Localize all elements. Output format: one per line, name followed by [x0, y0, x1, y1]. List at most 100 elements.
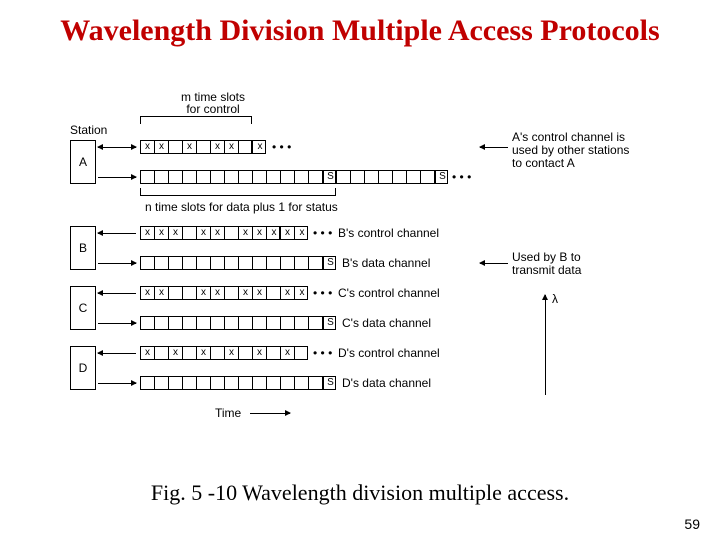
data-slot	[281, 171, 295, 183]
arrow-B-data	[98, 263, 136, 264]
data-slot	[351, 171, 365, 183]
ctrl-slot: x	[141, 287, 155, 299]
data-slot	[197, 317, 211, 329]
data-slot	[239, 171, 253, 183]
data-slot	[197, 377, 211, 389]
data-slot	[239, 377, 253, 389]
brace-n-slots	[140, 188, 336, 196]
ctrl-slot: x	[169, 227, 183, 239]
station-box-C: C	[70, 286, 96, 330]
data-slot	[183, 377, 197, 389]
data-slot	[155, 257, 169, 269]
ctrl-slot: x	[169, 347, 183, 359]
status-slot: S	[323, 257, 337, 269]
mid-label: n time slots for data plus 1 for status	[145, 200, 338, 214]
ctrl-slot: x	[155, 141, 169, 153]
ctrl-slot	[183, 227, 197, 239]
ctrl-slot: x	[225, 141, 239, 153]
ctrl-slot: x	[267, 227, 281, 239]
ctrl-slot	[169, 287, 183, 299]
data-slot	[197, 257, 211, 269]
ctrl-slot: x	[211, 227, 225, 239]
data-slot	[225, 377, 239, 389]
arrow-A-ctrl	[98, 147, 136, 148]
data-slot	[211, 171, 225, 183]
data-slot	[309, 377, 323, 389]
station-header: Station	[70, 123, 107, 137]
data-slot	[281, 317, 295, 329]
arrow-note-B	[480, 263, 508, 264]
channel-D-control: x x x x x x	[140, 346, 308, 360]
ctrl-slot: x	[197, 287, 211, 299]
ctrl-slot	[225, 287, 239, 299]
channel-A-data-1: S	[140, 170, 336, 184]
brace-m-slots	[140, 116, 252, 124]
data-slot	[309, 257, 323, 269]
ctrl-slot: x	[141, 227, 155, 239]
data-slot	[253, 171, 267, 183]
data-slot	[393, 171, 407, 183]
data-slot	[183, 171, 197, 183]
slide: Wavelength Division Multiple Access Prot…	[0, 0, 720, 540]
arrow-C-data	[98, 323, 136, 324]
data-slot	[267, 257, 281, 269]
figure-caption: Fig. 5 -10 Wavelength division multiple …	[0, 480, 720, 506]
data-slot	[183, 257, 197, 269]
label-Bdata: B's data channel	[342, 256, 430, 270]
ctrl-slot: x	[253, 287, 267, 299]
ctrl-slot	[267, 347, 281, 359]
data-slot	[225, 171, 239, 183]
ellipsis-Dctrl: • • •	[313, 346, 332, 360]
arrow-C-ctrl	[98, 293, 136, 294]
ellipsis-A-ctrl: • • •	[272, 140, 291, 154]
ctrl-slot	[211, 347, 225, 359]
arrow-B-ctrl	[98, 233, 136, 234]
data-slot	[197, 171, 211, 183]
ctrl-slot: x	[211, 141, 225, 153]
data-slot	[141, 317, 155, 329]
ctrl-slot: x	[295, 227, 309, 239]
status-slot: S	[323, 317, 337, 329]
data-slot	[141, 171, 155, 183]
data-slot	[309, 171, 323, 183]
ctrl-slot: x	[239, 227, 253, 239]
label-Dctrl: D's control channel	[338, 346, 440, 360]
station-label: D	[79, 361, 88, 375]
data-slot	[225, 257, 239, 269]
data-slot	[281, 257, 295, 269]
ctrl-slot: x	[141, 347, 155, 359]
data-slot	[253, 317, 267, 329]
data-slot	[379, 171, 393, 183]
data-slot	[141, 377, 155, 389]
arrow-note-A	[480, 147, 508, 148]
channel-C-data: S	[140, 316, 336, 330]
status-slot: S	[323, 377, 337, 389]
data-slot	[253, 377, 267, 389]
ctrl-slot: x	[225, 347, 239, 359]
channel-C-control: x x x x x x x x	[140, 286, 308, 300]
ctrl-slot	[169, 141, 183, 153]
ellipsis-Bctrl: • • •	[313, 226, 332, 240]
ctrl-slot: x	[155, 287, 169, 299]
data-slot	[281, 377, 295, 389]
station-box-B: B	[70, 226, 96, 270]
ctrl-slot: x	[281, 347, 295, 359]
time-label: Time	[215, 406, 241, 420]
lambda-label: λ	[552, 292, 558, 306]
data-slot	[365, 171, 379, 183]
channel-A-data-2-partial: S	[336, 170, 448, 184]
data-slot	[267, 171, 281, 183]
ctrl-slot: x	[295, 287, 309, 299]
time-arrow	[250, 413, 290, 414]
station-box-A: A	[70, 140, 96, 184]
ctrl-slot: x	[183, 141, 197, 153]
ctrl-slot	[183, 287, 197, 299]
status-slot: S	[435, 171, 449, 183]
data-slot	[295, 317, 309, 329]
ctrl-slot: x	[281, 287, 295, 299]
ctrl-slot	[183, 347, 197, 359]
data-slot	[267, 377, 281, 389]
ctrl-slot	[239, 347, 253, 359]
data-slot	[309, 317, 323, 329]
data-slot	[239, 317, 253, 329]
